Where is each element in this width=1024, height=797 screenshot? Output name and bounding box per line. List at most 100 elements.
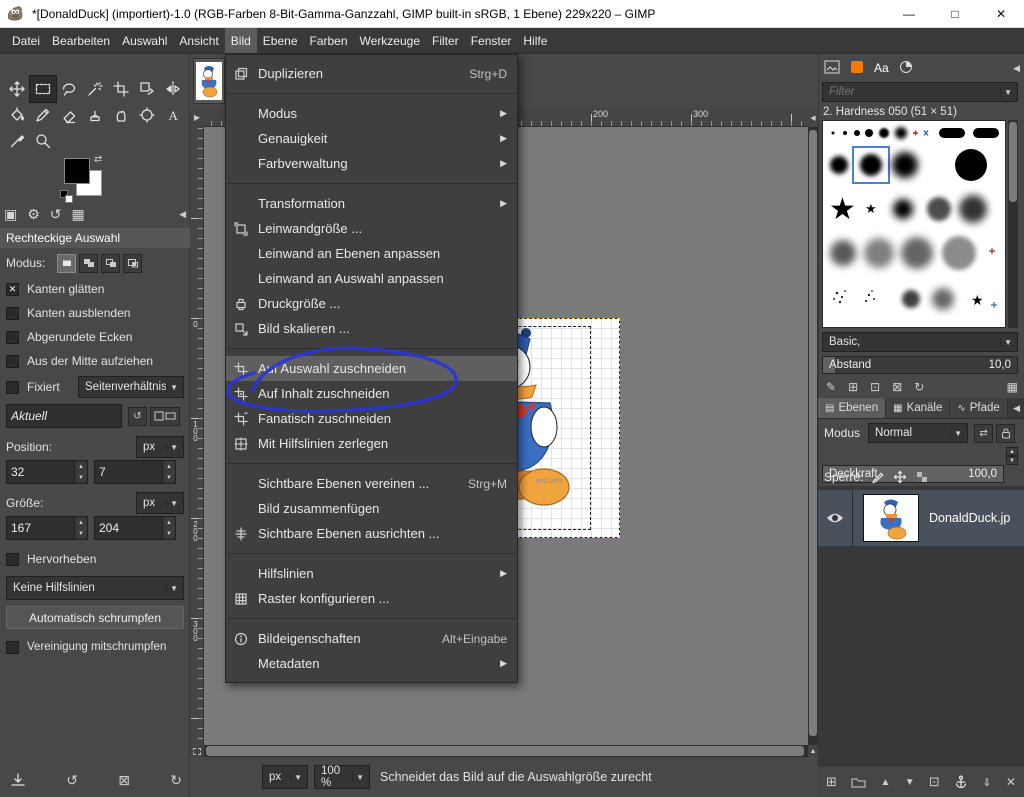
menu-item-hilfslinien[interactable]: Hilfslinien ▶ (226, 561, 517, 586)
brush-grid-scrollbar-thumb[interactable] (1009, 122, 1017, 202)
pencil-tool[interactable] (30, 102, 56, 128)
size-w-input[interactable] (7, 517, 74, 539)
menu-filter[interactable]: Filter (426, 28, 465, 53)
horizontal-scrollbar[interactable] (204, 745, 808, 757)
close-button[interactable]: ✕ (978, 0, 1024, 28)
brush-filter-input[interactable] (829, 86, 979, 98)
raise-layer-icon[interactable]: ▲ (881, 777, 891, 788)
size-w-spinbuttons[interactable]: ▲▼ (74, 517, 87, 539)
layer-row-donaldduck[interactable]: DonaldDuck.jp (818, 490, 1024, 546)
delete-layer-icon[interactable]: ✕ (1006, 775, 1016, 789)
feather-checkbox[interactable] (6, 307, 19, 320)
menu-item-transformation[interactable]: Transformation ▶ (226, 191, 517, 216)
eraser-tool[interactable] (56, 102, 82, 128)
dock-menu-icon[interactable]: ◀ (179, 209, 186, 220)
undo-history-tab-icon[interactable]: ↺ (50, 206, 62, 223)
menu-item-leinwand-an-ebenen[interactable]: Leinwand an Ebenen anpassen (226, 241, 517, 266)
menu-farben[interactable]: Farben (304, 28, 354, 53)
brush-spacing-slider[interactable]: Abstand 10,0 (822, 356, 1018, 374)
mode-subtract-button[interactable] (101, 254, 120, 273)
menu-werkzeuge[interactable]: Werkzeuge (354, 28, 426, 53)
lock-alpha-icon[interactable] (915, 470, 929, 484)
fixed-type-select[interactable]: Seitenverhältnis ▼ (78, 376, 184, 398)
mode-add-button[interactable] (79, 254, 98, 273)
expand-from-center-row[interactable]: Aus der Mitte aufziehen (6, 350, 184, 372)
delete-brush-icon[interactable]: ⊠ (892, 380, 902, 394)
menu-item-duplizieren[interactable]: Duplizieren Strg+D (226, 61, 517, 86)
menu-item-auf-auswahl-zuschneiden[interactable]: Auf Auswahl zuschneiden (226, 356, 517, 381)
crop-tool[interactable] (108, 76, 134, 102)
antialias-checkbox[interactable]: ✕ (6, 283, 19, 296)
mode-intersect-button[interactable] (123, 254, 142, 273)
color-picker-tool[interactable] (4, 128, 30, 154)
menu-item-mit-hilfslinien-zerlegen[interactable]: Mit Hilfslinien zerlegen (226, 431, 517, 456)
brush-grid[interactable]: ★ ★ ★ (822, 120, 1006, 328)
ruler-corner-menu-icon[interactable]: ▶ (190, 108, 204, 127)
brush-grid-scrollbar[interactable] (1008, 120, 1018, 328)
reset-options-icon[interactable]: ↻ (170, 772, 182, 789)
menu-item-sichtbare-ebenen-vereinen[interactable]: Sichtbare Ebenen vereinen ... Strg+M (226, 471, 517, 496)
bucket-fill-tool[interactable] (4, 102, 30, 128)
menu-item-fanatisch-zuschneiden[interactable]: Fanatisch zuschneiden (226, 406, 517, 431)
aspect-input[interactable] (7, 405, 121, 427)
merge-down-icon[interactable]: ⇓ (982, 776, 991, 789)
patterns-dialog-icon[interactable] (850, 60, 864, 77)
new-group-icon[interactable] (851, 776, 866, 788)
vertical-scrollbar[interactable] (808, 127, 818, 745)
rounded-corners-checkbox[interactable] (6, 331, 19, 344)
menu-item-leinwandgroesse[interactable]: Leinwandgröße ... (226, 216, 517, 241)
menu-ansicht[interactable]: Ansicht (173, 28, 224, 53)
duplicate-layer-icon[interactable]: ⊡ (929, 774, 940, 790)
menu-hilfe[interactable]: Hilfe (517, 28, 553, 53)
menu-item-sichtbare-ebenen-ausrichten[interactable]: Sichtbare Ebenen ausrichten ... (226, 521, 517, 546)
new-layer-icon[interactable]: ⊞ (826, 774, 837, 790)
foreground-color-swatch[interactable] (64, 158, 90, 184)
transform-tool[interactable] (134, 76, 160, 102)
anchor-layer-icon[interactable] (954, 775, 968, 789)
shrink-merged-checkbox[interactable] (6, 641, 19, 654)
menu-item-genauigkeit[interactable]: Genauigkeit ▶ (226, 126, 517, 151)
dock-menu-icon[interactable]: ◀ (1013, 403, 1020, 414)
dock-menu-icon[interactable]: ◀ (1013, 63, 1020, 74)
menu-item-farbverwaltung[interactable]: Farbverwaltung ▶ (226, 151, 517, 176)
tab-kanaele[interactable]: ▦ Kanäle (886, 398, 950, 418)
images-tab-icon[interactable]: ▦ (72, 206, 85, 223)
menu-item-bildeigenschaften[interactable]: Bildeigenschaften Alt+Eingabe (226, 626, 517, 651)
menu-bild[interactable]: Bild (225, 28, 257, 53)
dodge-burn-tool[interactable] (134, 102, 160, 128)
legacy-mode-lock-button[interactable] (996, 424, 1015, 443)
shrink-merged-row[interactable]: Vereinigung mitschrumpfen (6, 636, 184, 658)
portrait-landscape-buttons[interactable] (150, 407, 180, 426)
restore-options-icon[interactable]: ↺ (66, 772, 78, 789)
vertical-ruler[interactable]: 0 100 200 300 (190, 127, 204, 745)
fixed-checkbox[interactable] (6, 381, 19, 394)
brush-group-select[interactable]: Basic, ▼ (822, 332, 1018, 352)
layer-mode-select[interactable]: Normal ▼ (868, 423, 968, 443)
edit-brush-icon[interactable]: ✎ (826, 380, 836, 394)
device-status-tab-icon[interactable]: ⚙ (27, 206, 40, 223)
expand-from-center-checkbox[interactable] (6, 355, 19, 368)
refresh-brushes-icon[interactable]: ↻ (914, 380, 924, 394)
aspect-reset-button[interactable]: ↺ (128, 407, 147, 426)
tool-options-tab-icon[interactable]: ▣ (4, 206, 17, 223)
lock-pixels-icon[interactable] (871, 470, 885, 484)
layer-thumbnail[interactable] (863, 494, 919, 542)
menu-item-bild-skalieren[interactable]: Bild skalieren ... (226, 316, 517, 341)
tab-ebenen[interactable]: ▤ Ebenen (818, 398, 886, 418)
document-history-icon[interactable] (899, 60, 913, 77)
mode-replace-button[interactable] (57, 254, 76, 273)
menu-item-leinwand-an-auswahl[interactable]: Leinwand an Auswahl anpassen (226, 266, 517, 291)
statusbar-unit-select[interactable]: px ▼ (262, 765, 308, 789)
rounded-corners-row[interactable]: Abgerundete Ecken (6, 326, 184, 348)
rectangle-select-tool[interactable] (30, 76, 56, 102)
image-tab[interactable] (193, 58, 225, 104)
minimize-button[interactable]: — (886, 0, 932, 28)
mode-switch-button[interactable]: ⇄ (974, 424, 993, 443)
menu-item-druckgroesse[interactable]: Druckgröße ... (226, 291, 517, 316)
menu-item-bild-zusammenfuegen[interactable]: Bild zusammenfügen (226, 496, 517, 521)
save-options-icon[interactable] (10, 772, 26, 788)
duplicate-brush-icon[interactable]: ⊡ (870, 380, 880, 394)
navigation-icon[interactable]: ▲ (808, 745, 818, 757)
guides-select[interactable]: Keine Hilfslinien ▼ (6, 576, 184, 600)
text-tool[interactable]: A (160, 102, 186, 128)
